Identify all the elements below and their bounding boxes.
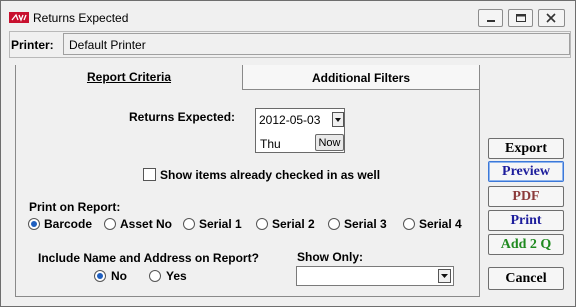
checked-in-checkbox[interactable] [143, 168, 156, 181]
add-2-q-button[interactable]: Add 2 Q [488, 234, 564, 255]
printer-field[interactable]: Default Printer [63, 33, 570, 55]
radio-serial-1[interactable] [183, 218, 195, 230]
close-button[interactable] [538, 9, 565, 27]
tab-additional-filters[interactable]: Additional Filters [243, 65, 479, 90]
radio-serial-2[interactable] [256, 218, 268, 230]
radio-asset-no-label: Asset No [120, 217, 173, 231]
now-button[interactable]: Now [315, 134, 344, 151]
print-button[interactable]: Print [488, 210, 564, 231]
show-only-dropdown-button[interactable] [438, 269, 451, 283]
radio-yes[interactable] [149, 270, 161, 282]
title-bar: Returns Expected [1, 1, 575, 33]
radio-no[interactable] [94, 270, 106, 282]
radio-yes-label: Yes [166, 269, 187, 283]
radio-barcode-label: Barcode [44, 217, 93, 231]
minimize-icon [487, 20, 495, 22]
include-name-label: Include Name and Address on Report? [38, 251, 259, 265]
show-only-label: Show Only: [297, 250, 363, 264]
radio-no-label: No [111, 269, 127, 283]
radio-serial-4[interactable] [403, 218, 415, 230]
radio-asset-no[interactable] [104, 218, 116, 230]
printer-label: Printer: [11, 38, 54, 52]
date-dropdown-button[interactable] [332, 112, 344, 127]
radio-serial-4-label: Serial 4 [419, 217, 462, 231]
chevron-down-icon [335, 118, 341, 122]
radio-barcode[interactable] [28, 218, 40, 230]
date-value[interactable]: 2012-05-03 [259, 113, 320, 127]
day-of-week: Thu [260, 137, 281, 151]
radio-serial-1-label: Serial 1 [199, 217, 242, 231]
app-logo-icon [9, 12, 29, 23]
chevron-down-icon [441, 274, 448, 278]
radio-serial-2-label: Serial 2 [272, 217, 315, 231]
tab-report-criteria[interactable]: Report Criteria [16, 65, 243, 90]
window-title: Returns Expected [33, 11, 129, 25]
returns-expected-label: Returns Expected: [129, 110, 236, 124]
pdf-button[interactable]: PDF [488, 186, 564, 207]
cancel-button[interactable]: Cancel [488, 267, 564, 290]
checked-in-label: Show items already checked in as well [160, 168, 381, 182]
maximize-icon [516, 14, 526, 22]
returns-expected-window: Returns Expected Printer: Default Printe… [0, 0, 576, 307]
radio-serial-3[interactable] [328, 218, 340, 230]
minimize-button[interactable] [478, 9, 503, 27]
export-button[interactable]: Export [488, 138, 564, 159]
tab-report-criteria-label: Report Criteria [86, 70, 172, 84]
close-icon [546, 13, 556, 23]
maximize-button[interactable] [508, 9, 533, 27]
show-only-select[interactable] [296, 266, 454, 286]
tab-additional-filters-label: Additional Filters [311, 71, 410, 85]
print-on-report-label: Print on Report: [29, 200, 121, 214]
preview-button[interactable]: Preview [488, 161, 564, 182]
radio-serial-3-label: Serial 3 [344, 217, 387, 231]
